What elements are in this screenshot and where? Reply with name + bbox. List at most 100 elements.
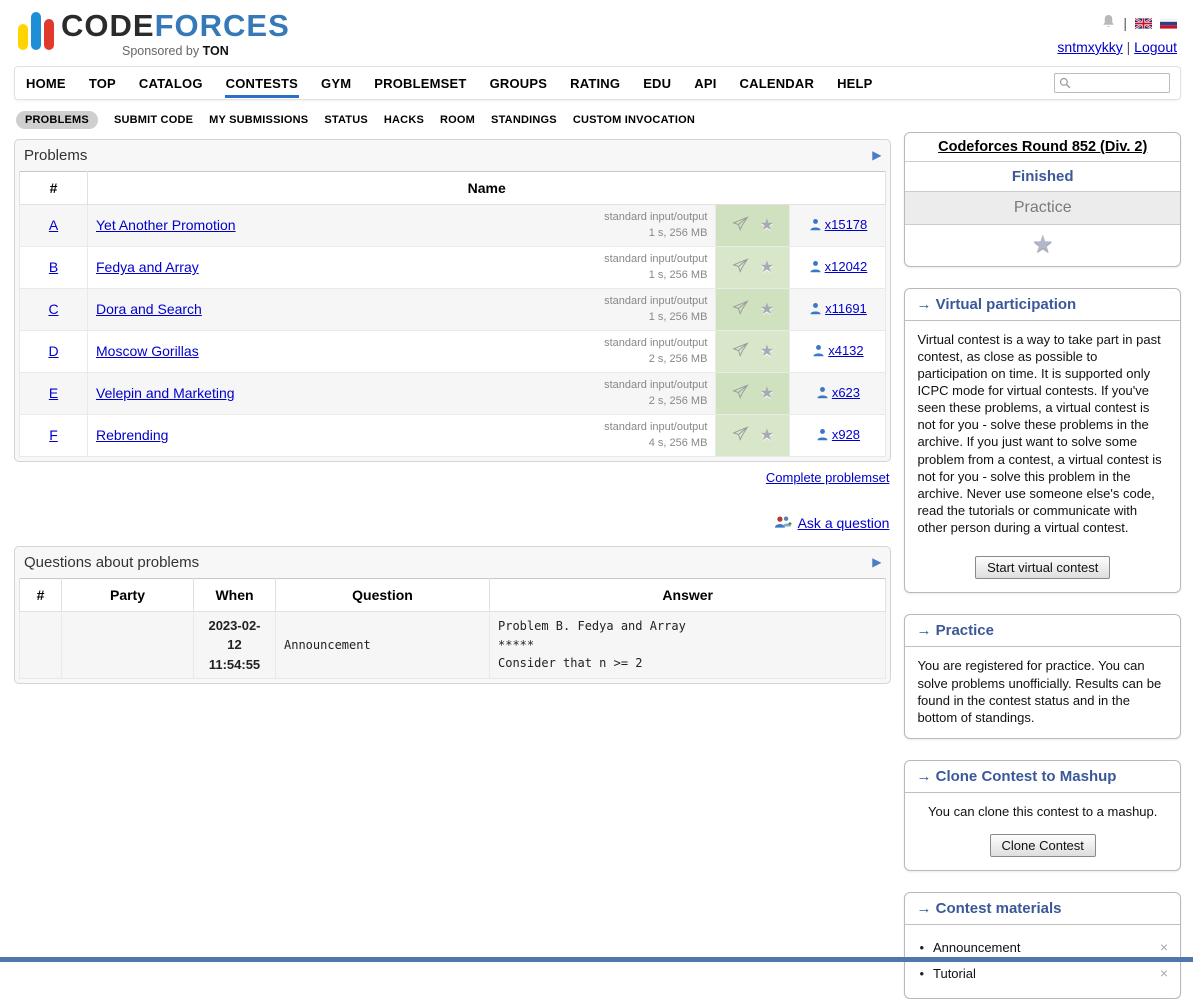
virtual-participation-text: Virtual contest is a way to take part in… xyxy=(905,321,1180,549)
contest-info-box: Codeforces Round 852 (Div. 2) Finished P… xyxy=(904,132,1181,267)
solved-count-link[interactable]: x15178 xyxy=(809,217,868,232)
practice-box: → Practice You are registered for practi… xyxy=(904,614,1181,739)
start-virtual-contest-button[interactable]: Start virtual contest xyxy=(975,556,1110,579)
subnav-item-status[interactable]: STATUS xyxy=(324,114,368,126)
russian-language-flag-icon[interactable] xyxy=(1160,18,1177,29)
problems-table: # Name A Yet Another Promotion standard … xyxy=(19,171,886,457)
problem-name-link[interactable]: Dora and Search xyxy=(96,301,202,317)
contest-title-link[interactable]: Codeforces Round 852 (Div. 2) xyxy=(938,139,1147,155)
solved-count-link[interactable]: x11691 xyxy=(809,301,867,316)
solved-count-link[interactable]: x928 xyxy=(816,427,860,442)
favorite-star-icon[interactable]: ★ xyxy=(760,341,774,361)
column-header-question: Question xyxy=(276,578,490,611)
subnav-item-hacks[interactable]: HACKS xyxy=(384,114,424,126)
nav-item-problemset[interactable]: PROBLEMSET xyxy=(373,67,467,98)
problem-index-link[interactable]: E xyxy=(49,385,58,401)
material-announcement-link[interactable]: Announcement xyxy=(933,940,1020,955)
submit-paper-plane-icon[interactable] xyxy=(732,426,749,444)
column-header-party: Party xyxy=(62,578,194,611)
search-icon xyxy=(1059,77,1071,89)
favorite-star-icon[interactable]: ★ xyxy=(760,257,774,277)
practice-text: You are registered for practice. You can… xyxy=(905,647,1180,738)
nav-item-api[interactable]: API xyxy=(693,67,717,98)
clone-contest-box: → Clone Contest to Mashup You can clone … xyxy=(904,760,1181,871)
question-num xyxy=(20,611,62,679)
contest-materials-title: → Contest materials xyxy=(905,893,1180,925)
footer-divider xyxy=(0,957,1193,962)
table-row: F Rebrending standard input/output4 s, 2… xyxy=(20,414,886,456)
submit-paper-plane-icon[interactable] xyxy=(732,216,749,234)
table-row: D Moscow Gorillas standard input/output2… xyxy=(20,330,886,372)
subnav-item-my-submissions[interactable]: MY SUBMISSIONS xyxy=(209,114,308,126)
column-header-id: # xyxy=(20,171,88,204)
subnav-item-problems[interactable]: PROBLEMS xyxy=(16,111,98,129)
problem-name-link[interactable]: Velepin and Marketing xyxy=(96,385,235,401)
problem-limits: standard input/output1 s, 256 MB xyxy=(604,251,707,284)
nav-item-edu[interactable]: EDU xyxy=(642,67,672,98)
logout-link[interactable]: Logout xyxy=(1134,39,1177,55)
logo-bars-icon xyxy=(18,10,54,50)
logo-bar-blue xyxy=(31,12,41,50)
question-when: 2023-02-12 11:54:55 xyxy=(194,611,276,679)
expand-arrow-icon[interactable]: ▶ xyxy=(872,555,881,569)
nav-item-contests[interactable]: CONTESTS xyxy=(225,67,299,98)
nav-item-gym[interactable]: GYM xyxy=(320,67,352,98)
solved-count-link[interactable]: x12042 xyxy=(809,259,868,274)
submit-paper-plane-icon[interactable] xyxy=(732,300,749,318)
problem-index-link[interactable]: B xyxy=(49,259,58,275)
virtual-participation-box: → Virtual participation Virtual contest … xyxy=(904,288,1181,594)
problem-name-link[interactable]: Yet Another Promotion xyxy=(96,217,236,233)
close-icon[interactable]: × xyxy=(1160,939,1168,955)
solver-person-icon xyxy=(812,344,825,357)
bullet-icon: • xyxy=(919,940,924,955)
material-tutorial-link[interactable]: Tutorial xyxy=(933,966,976,981)
complete-problemset-link[interactable]: Complete problemset xyxy=(766,470,890,485)
favorite-star-icon[interactable]: ★ xyxy=(760,383,774,403)
solver-person-icon xyxy=(816,386,829,399)
nav-item-catalog[interactable]: CATALOG xyxy=(138,67,204,98)
clone-contest-button[interactable]: Clone Contest xyxy=(990,834,1096,857)
notifications-bell-icon[interactable] xyxy=(1102,14,1115,32)
close-icon[interactable]: × xyxy=(1160,965,1168,981)
problem-index-link[interactable]: F xyxy=(49,427,58,443)
logo-text-forces: FORCES xyxy=(155,8,290,43)
problem-name-link[interactable]: Rebrending xyxy=(96,427,168,443)
subnav-item-standings[interactable]: STANDINGS xyxy=(491,114,557,126)
problem-index-link[interactable]: D xyxy=(48,343,58,359)
expand-arrow-icon[interactable]: ▶ xyxy=(872,148,881,162)
sponsor-prefix: Sponsored by xyxy=(122,44,203,58)
virtual-participation-title: → Virtual participation xyxy=(905,289,1180,321)
ask-question-link[interactable]: Ask a question xyxy=(773,515,890,531)
problem-index-link[interactable]: C xyxy=(48,301,58,317)
nav-item-home[interactable]: HOME xyxy=(25,67,67,98)
favorite-star-icon[interactable]: ★ xyxy=(760,299,774,319)
problem-index-link[interactable]: A xyxy=(49,217,58,233)
problem-name-link[interactable]: Fedya and Array xyxy=(96,259,199,275)
subnav-item-custom-invocation[interactable]: CUSTOM INVOCATION xyxy=(573,114,695,126)
favorite-star-icon[interactable]: ★ xyxy=(760,425,774,445)
nav-item-rating[interactable]: RATING xyxy=(569,67,621,98)
solved-count-link[interactable]: x623 xyxy=(816,385,860,400)
table-row: 2023-02-12 11:54:55 Announcement Problem… xyxy=(20,611,886,679)
submit-paper-plane-icon[interactable] xyxy=(732,384,749,402)
nav-item-calendar[interactable]: CALENDAR xyxy=(739,67,816,98)
nav-item-groups[interactable]: GROUPS xyxy=(489,67,549,98)
table-row: E Velepin and Marketing standard input/o… xyxy=(20,372,886,414)
solved-count-link[interactable]: x4132 xyxy=(812,343,863,358)
codeforces-logo[interactable]: CODEFORCES Sponsored by TON xyxy=(18,10,290,58)
ask-question-people-icon xyxy=(773,515,793,531)
english-language-flag-icon[interactable] xyxy=(1135,18,1152,29)
nav-item-top[interactable]: TOP xyxy=(88,67,117,98)
subnav-item-room[interactable]: ROOM xyxy=(440,114,475,126)
contest-favorite-star-icon[interactable]: ★ xyxy=(1032,231,1054,258)
subnav-item-submit-code[interactable]: SUBMIT CODE xyxy=(114,114,193,126)
submit-paper-plane-icon[interactable] xyxy=(732,342,749,360)
favorite-star-icon[interactable]: ★ xyxy=(760,215,774,235)
username-link[interactable]: sntmxykky xyxy=(1057,39,1122,55)
nav-item-help[interactable]: HELP xyxy=(836,67,873,98)
search-input[interactable] xyxy=(1074,76,1166,90)
submit-paper-plane-icon[interactable] xyxy=(732,258,749,276)
question-answer: Problem B. Fedya and Array ***** Conside… xyxy=(490,611,886,679)
contest-materials-box: → Contest materials • Announcement × • T… xyxy=(904,892,1181,999)
problem-name-link[interactable]: Moscow Gorillas xyxy=(96,343,199,359)
